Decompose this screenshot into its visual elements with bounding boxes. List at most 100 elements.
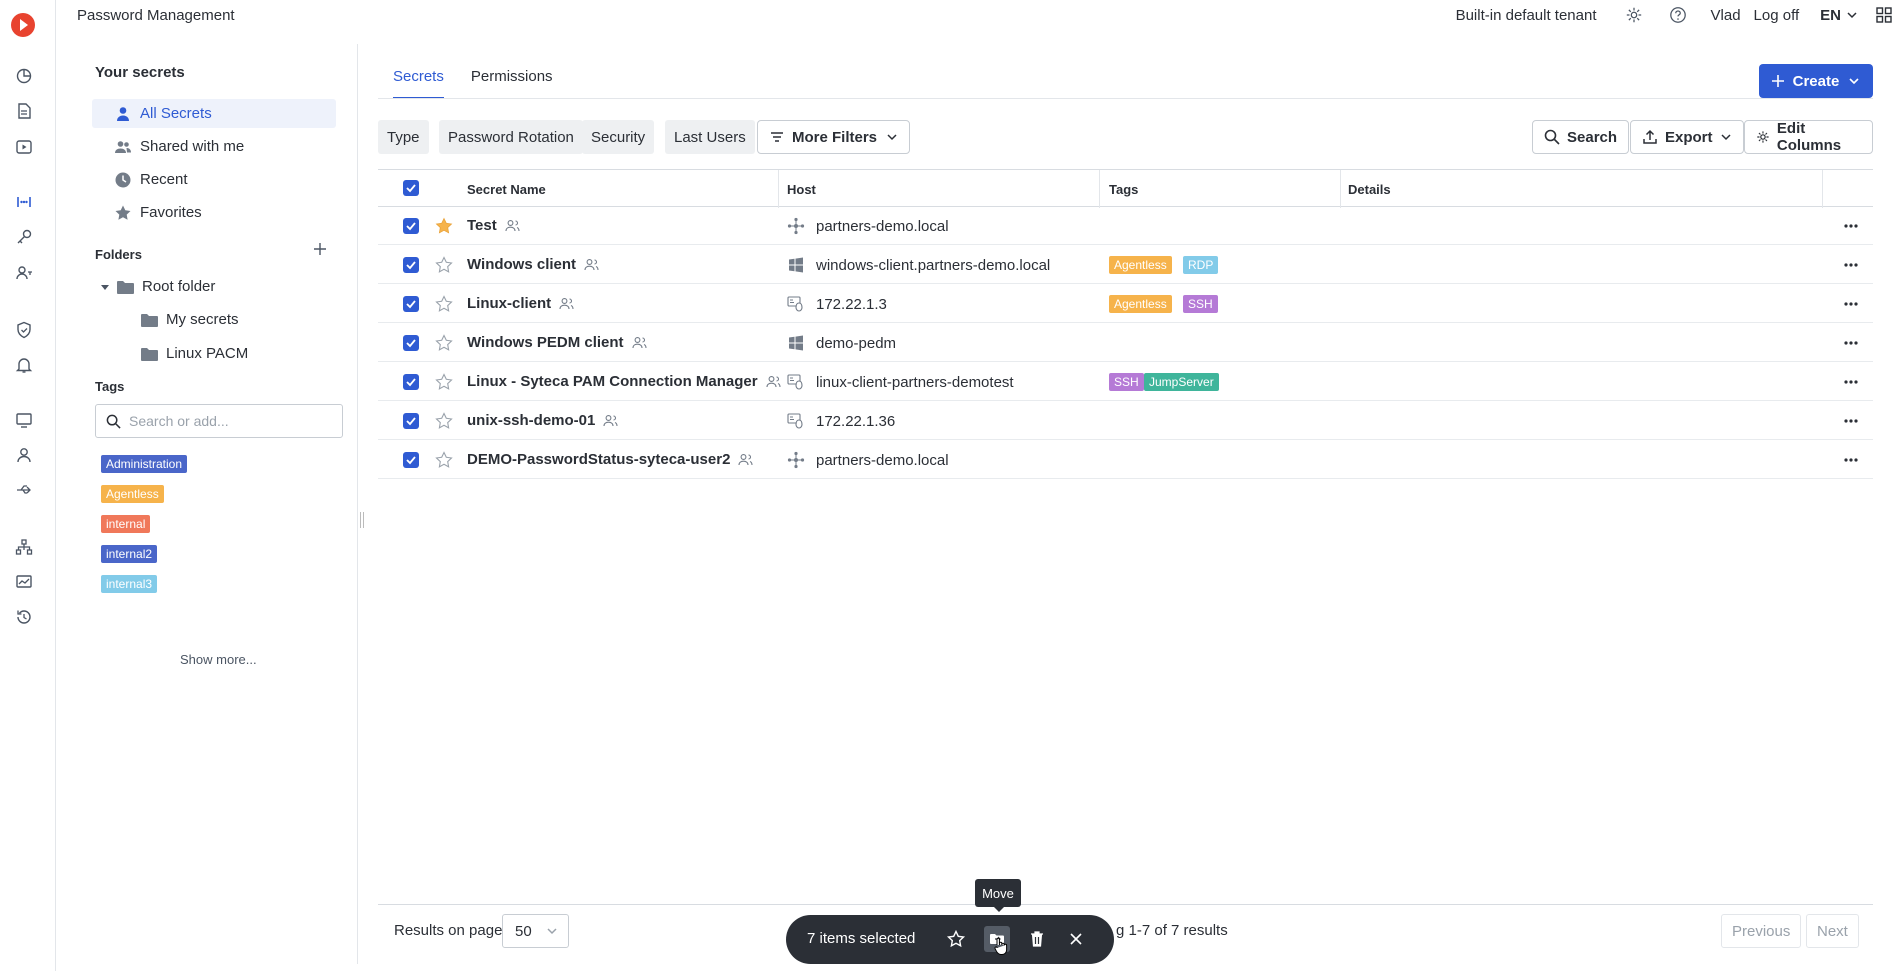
filter-type[interactable]: Type: [378, 120, 429, 154]
tenant-selector[interactable]: Built-in default tenant: [1456, 7, 1597, 24]
folder-my-secrets[interactable]: My secrets: [141, 311, 239, 328]
row-checkbox[interactable]: [403, 218, 419, 234]
favorite-star-icon[interactable]: [435, 373, 453, 391]
monitor-icon[interactable]: [14, 410, 34, 430]
favorite-star-icon[interactable]: [435, 412, 453, 430]
column-secret-name[interactable]: Secret Name: [467, 182, 546, 197]
favorite-star-icon[interactable]: [946, 929, 966, 949]
row-tag[interactable]: SSH: [1109, 373, 1144, 391]
dashboard-icon[interactable]: [14, 66, 34, 86]
row-checkbox[interactable]: [403, 296, 419, 312]
table-row[interactable]: Linux-client 172.22.1.3 Agentless SSH: [378, 285, 1873, 323]
row-tag[interactable]: Agentless: [1109, 256, 1172, 274]
export-button[interactable]: Export: [1630, 120, 1744, 154]
help-icon[interactable]: [1669, 6, 1687, 24]
folder-root[interactable]: Root folder: [100, 278, 215, 295]
secret-name[interactable]: Linux-client: [467, 295, 574, 312]
user-icon[interactable]: [14, 445, 34, 465]
secret-name[interactable]: DEMO-PasswordStatus-syteca-user2: [467, 451, 753, 468]
bell-icon[interactable]: [14, 355, 34, 375]
filter-last-users[interactable]: Last Users: [665, 120, 755, 154]
favorite-star-icon[interactable]: [435, 451, 453, 469]
row-more-icon[interactable]: [1843, 335, 1859, 351]
select-all-checkbox[interactable]: [403, 180, 419, 196]
favorite-star-icon[interactable]: [435, 295, 453, 313]
secret-name[interactable]: Test: [467, 217, 520, 234]
sidebar-item-shared-with-me[interactable]: Shared with me: [92, 132, 336, 161]
tags-search-input[interactable]: Search or add...: [95, 404, 343, 438]
shield-icon[interactable]: [14, 320, 34, 340]
network-icon[interactable]: [14, 537, 34, 557]
secret-name[interactable]: unix-ssh-demo-01: [467, 412, 618, 429]
table-row[interactable]: unix-ssh-demo-01 172.22.1.36: [378, 402, 1873, 440]
trash-icon[interactable]: [1027, 929, 1047, 949]
tab-secrets[interactable]: Secrets: [393, 68, 444, 99]
sidebar-resize-handle[interactable]: [360, 512, 364, 528]
tab-permissions[interactable]: Permissions: [471, 68, 553, 99]
table-row[interactable]: Windows client windows-client.partners-de…: [378, 246, 1873, 284]
apps-grid-icon[interactable]: [1876, 7, 1892, 23]
user-name[interactable]: Vlad: [1711, 7, 1741, 24]
favorite-star-icon[interactable]: [435, 334, 453, 352]
row-more-icon[interactable]: [1843, 452, 1859, 468]
row-more-icon[interactable]: [1843, 374, 1859, 390]
create-button[interactable]: Create: [1759, 64, 1873, 98]
password-icon[interactable]: [14, 192, 34, 212]
edit-columns-button[interactable]: Edit Columns: [1744, 120, 1873, 154]
row-more-icon[interactable]: [1843, 257, 1859, 273]
language-selector[interactable]: EN: [1820, 7, 1858, 24]
previous-button[interactable]: Previous: [1721, 914, 1802, 948]
tag-internal2[interactable]: internal2: [101, 545, 158, 563]
row-tag[interactable]: JumpServer: [1144, 373, 1219, 391]
document-icon[interactable]: [14, 101, 34, 121]
secret-name[interactable]: Linux - Syteca PAM Connection Manager: [467, 373, 781, 390]
row-checkbox[interactable]: [403, 374, 419, 390]
tag-internal3[interactable]: internal3: [101, 575, 158, 593]
row-checkbox[interactable]: [403, 335, 419, 351]
add-folder-icon[interactable]: [313, 242, 327, 256]
settings-icon[interactable]: [1625, 6, 1643, 24]
row-tag[interactable]: SSH: [1183, 295, 1218, 313]
filter-password-rotation[interactable]: Password Rotation: [439, 120, 583, 154]
usb-icon[interactable]: [14, 480, 34, 500]
column-host[interactable]: Host: [787, 182, 816, 197]
more-filters-button[interactable]: More Filters: [757, 120, 911, 154]
show-more-tags-link[interactable]: Show more...: [180, 652, 257, 667]
logoff-link[interactable]: Log off: [1754, 7, 1800, 24]
folder-linux-pacm[interactable]: Linux PACM: [141, 345, 248, 362]
history-icon[interactable]: [14, 607, 34, 627]
row-checkbox[interactable]: [403, 413, 419, 429]
table-row[interactable]: Windows PEDM client demo-pedm: [378, 324, 1873, 362]
sidebar-item-favorites[interactable]: Favorites: [92, 198, 336, 227]
next-button[interactable]: Next: [1806, 914, 1859, 948]
chart-icon[interactable]: [14, 572, 34, 592]
filter-security[interactable]: Security: [582, 120, 655, 154]
play-icon[interactable]: [14, 137, 34, 157]
secret-name[interactable]: Windows PEDM client: [467, 334, 647, 351]
favorite-star-icon[interactable]: [435, 217, 453, 235]
tag-administration[interactable]: Administration: [101, 455, 188, 473]
page-size-select[interactable]: 50: [502, 914, 569, 948]
sidebar-item-recent[interactable]: Recent: [92, 165, 336, 194]
column-details[interactable]: Details: [1348, 182, 1391, 197]
search-button[interactable]: Search: [1532, 120, 1630, 154]
row-more-icon[interactable]: [1843, 296, 1859, 312]
table-row[interactable]: Linux - Syteca PAM Connection Manager lin…: [378, 363, 1873, 401]
row-more-icon[interactable]: [1843, 413, 1859, 429]
favorite-star-icon[interactable]: [435, 256, 453, 274]
table-row[interactable]: Test partners-demo.local: [378, 207, 1873, 245]
row-more-icon[interactable]: [1843, 218, 1859, 234]
close-icon[interactable]: [1066, 929, 1086, 949]
user-key-icon[interactable]: [14, 263, 34, 283]
key-icon[interactable]: [14, 227, 34, 247]
sidebar-item-all-secrets[interactable]: All Secrets: [92, 99, 336, 128]
tag-agentless[interactable]: Agentless: [101, 485, 164, 503]
row-checkbox[interactable]: [403, 257, 419, 273]
table-row[interactable]: DEMO-PasswordStatus-syteca-user2 partners…: [378, 441, 1873, 479]
tag-internal[interactable]: internal: [101, 515, 151, 533]
row-tag[interactable]: RDP: [1183, 256, 1219, 274]
column-tags[interactable]: Tags: [1109, 182, 1138, 197]
app-logo[interactable]: [11, 13, 35, 37]
row-checkbox[interactable]: [403, 452, 419, 468]
row-tag[interactable]: Agentless: [1109, 295, 1172, 313]
